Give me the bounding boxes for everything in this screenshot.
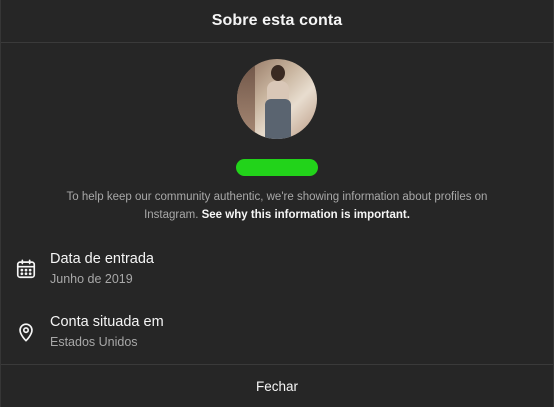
about-account-dialog: Sobre esta conta To help keep our commun… xyxy=(0,0,554,407)
location-pin-icon xyxy=(15,321,37,343)
close-button-label: Fechar xyxy=(255,378,299,394)
date-joined-value: Junho de 2019 xyxy=(50,272,133,286)
account-location-value: Estados Unidos xyxy=(50,335,138,349)
date-joined-label: Data de entrada xyxy=(50,251,154,267)
date-joined-row: Data de entrada Junho de 2019 xyxy=(1,250,553,313)
info-text: To help keep our community authentic, we… xyxy=(42,188,512,224)
account-location-label: Conta situada em xyxy=(50,314,164,330)
info-link[interactable]: See why this information is important. xyxy=(202,209,410,221)
calendar-icon xyxy=(15,258,37,280)
profile-avatar xyxy=(237,59,317,139)
redacted-username xyxy=(236,159,318,176)
close-button[interactable]: Fechar xyxy=(1,364,553,407)
dialog-header: Sobre esta conta xyxy=(1,0,553,43)
dialog-title: Sobre esta conta xyxy=(211,12,343,29)
